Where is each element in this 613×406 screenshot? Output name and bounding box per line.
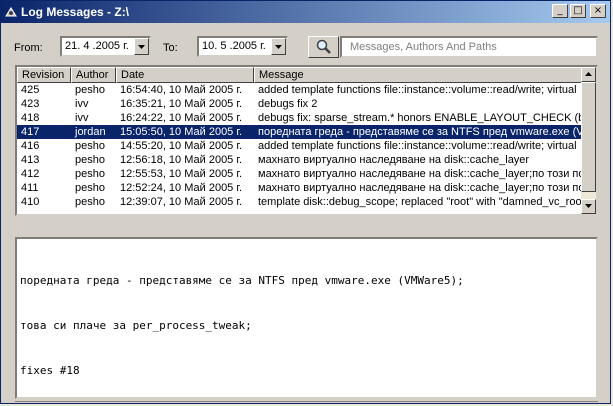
- author-cell: jordan: [75, 126, 106, 138]
- author-cell: ivv: [75, 112, 89, 124]
- revision-cell: 418: [21, 112, 40, 124]
- from-date-value: 21. 4 .2005 г.: [65, 40, 129, 52]
- revision-cell: 416: [21, 140, 40, 152]
- log-list[interactable]: Revision Author Date Message 425 pesho 16:…: [15, 65, 598, 216]
- window-title: Log Messages - Z:\: [21, 5, 130, 19]
- chevron-up-icon: [585, 72, 592, 76]
- revision-cell: 423: [21, 98, 40, 110]
- search-button[interactable]: [308, 36, 339, 58]
- list-header: Revision Author Date Message: [17, 67, 582, 83]
- revision-cell: 425: [21, 84, 40, 96]
- detail-line: fixes #18: [20, 364, 80, 377]
- from-date-dropdown-arrow[interactable]: [134, 38, 149, 55]
- revision-cell: 413: [21, 154, 40, 166]
- author-cell: pesho: [75, 84, 105, 96]
- maximize-button[interactable]: □: [570, 4, 586, 18]
- detail-line: поредната греда - представяме се за NTFS…: [20, 274, 464, 287]
- author-cell: ivv: [75, 98, 89, 110]
- close-button[interactable]: ×: [590, 4, 606, 18]
- message-cell: debugs fix: sparse_stream.* honors ENABL…: [258, 112, 582, 124]
- chevron-down-icon: [275, 45, 282, 49]
- message-cell: махнато виртуално наследяване на disk::c…: [258, 182, 582, 194]
- date-cell: 16:35:21, 10 Май 2005 г.: [120, 98, 243, 110]
- message-detail-pane[interactable]: поредната греда - представяме се за NTFS…: [15, 237, 598, 399]
- column-header-date[interactable]: Date: [116, 67, 254, 83]
- from-label: From:: [14, 42, 43, 54]
- table-row[interactable]: 416 pesho 14:55:20, 10 Май 2005 г. added te…: [17, 139, 582, 153]
- scroll-thumb[interactable]: [581, 82, 596, 192]
- chevron-down-icon: [138, 45, 145, 49]
- date-cell: 14:55:20, 10 Май 2005 г.: [120, 140, 243, 152]
- author-cell: pesho: [75, 168, 105, 180]
- message-cell: added template functions file::instance:…: [258, 84, 577, 96]
- message-cell: махнато виртуално наследяване на disk::c…: [258, 154, 530, 166]
- column-header-revision[interactable]: Revision: [17, 67, 71, 83]
- author-cell: pesho: [75, 140, 105, 152]
- revision-cell: 411: [21, 182, 39, 194]
- table-row[interactable]: 413 pesho 12:56:18, 10 Май 2005 г. махнато …: [17, 153, 582, 167]
- log-rows: 425 pesho 16:54:40, 10 Май 2005 г. added te…: [17, 83, 582, 209]
- author-cell: pesho: [75, 196, 105, 208]
- column-header-message[interactable]: Message: [254, 67, 582, 83]
- from-date-picker[interactable]: 21. 4 .2005 г.: [60, 36, 151, 57]
- chevron-down-icon: [585, 204, 592, 208]
- message-cell: махнато виртуално наследяване на disk::c…: [258, 168, 582, 180]
- table-row[interactable]: 410 pesho 12:39:07, 10 Май 2005 г. template…: [17, 195, 582, 209]
- author-cell: pesho: [75, 182, 105, 194]
- message-cell: added template functions file::instance:…: [258, 140, 577, 152]
- detail-line: това си плаче за per_process_tweak;: [20, 319, 252, 332]
- app-icon: [5, 7, 17, 17]
- author-cell: pesho: [75, 154, 105, 166]
- revision-cell: 412: [21, 168, 40, 180]
- table-row[interactable]: 418 ivv 16:24:22, 10 Май 2005 г. debugs fix…: [17, 111, 582, 125]
- date-cell: 12:55:53, 10 Май 2005 г.: [120, 168, 243, 180]
- message-cell: template disk::debug_scope; replaced "ro…: [258, 196, 582, 208]
- to-date-value: 10. 5 .2005 г.: [202, 40, 266, 52]
- to-label: To:: [163, 42, 178, 54]
- table-row[interactable]: 417 jordan 15:05:50, 10 Май 2005 г. поредна…: [17, 125, 582, 139]
- to-date-dropdown-arrow[interactable]: [271, 38, 286, 55]
- scroll-up-button[interactable]: [581, 67, 596, 82]
- table-row[interactable]: 411 pesho 12:52:24, 10 Май 2005 г. махнато …: [17, 181, 582, 195]
- date-cell: 16:24:22, 10 Май 2005 г.: [120, 112, 243, 124]
- date-cell: 12:52:24, 10 Май 2005 г.: [120, 182, 243, 194]
- log-messages-window: Log Messages - Z:\ _ □ × From: 21. 4 .20…: [0, 0, 611, 404]
- message-cell: debugs fix 2: [258, 98, 318, 110]
- to-date-picker[interactable]: 10. 5 .2005 г.: [197, 36, 288, 57]
- message-cell: поредната греда - представяме се за NTFS…: [258, 126, 582, 138]
- scroll-down-button[interactable]: [581, 199, 596, 214]
- table-row[interactable]: 412 pesho 12:55:53, 10 Май 2005 г. махнато …: [17, 167, 582, 181]
- date-cell: 12:39:07, 10 Май 2005 г.: [120, 196, 243, 208]
- minimize-button[interactable]: _: [552, 4, 568, 18]
- column-header-author[interactable]: Author: [71, 67, 116, 83]
- status-bar: [15, 401, 598, 406]
- revision-cell: 417: [21, 126, 40, 138]
- table-row[interactable]: 425 pesho 16:54:40, 10 Май 2005 г. added te…: [17, 83, 582, 97]
- search-input[interactable]: Messages, Authors And Paths: [340, 36, 598, 58]
- date-cell: 15:05:50, 10 Май 2005 г.: [120, 126, 243, 138]
- date-cell: 12:56:18, 10 Май 2005 г.: [120, 154, 243, 166]
- title-bar[interactable]: Log Messages - Z:\ _ □ ×: [1, 1, 610, 23]
- table-row[interactable]: 423 ivv 16:35:21, 10 Май 2005 г. debugs fix…: [17, 97, 582, 111]
- date-cell: 16:54:40, 10 Май 2005 г.: [120, 84, 243, 96]
- vertical-scrollbar[interactable]: [581, 67, 596, 214]
- search-icon: [316, 39, 331, 54]
- revision-cell: 410: [21, 196, 40, 208]
